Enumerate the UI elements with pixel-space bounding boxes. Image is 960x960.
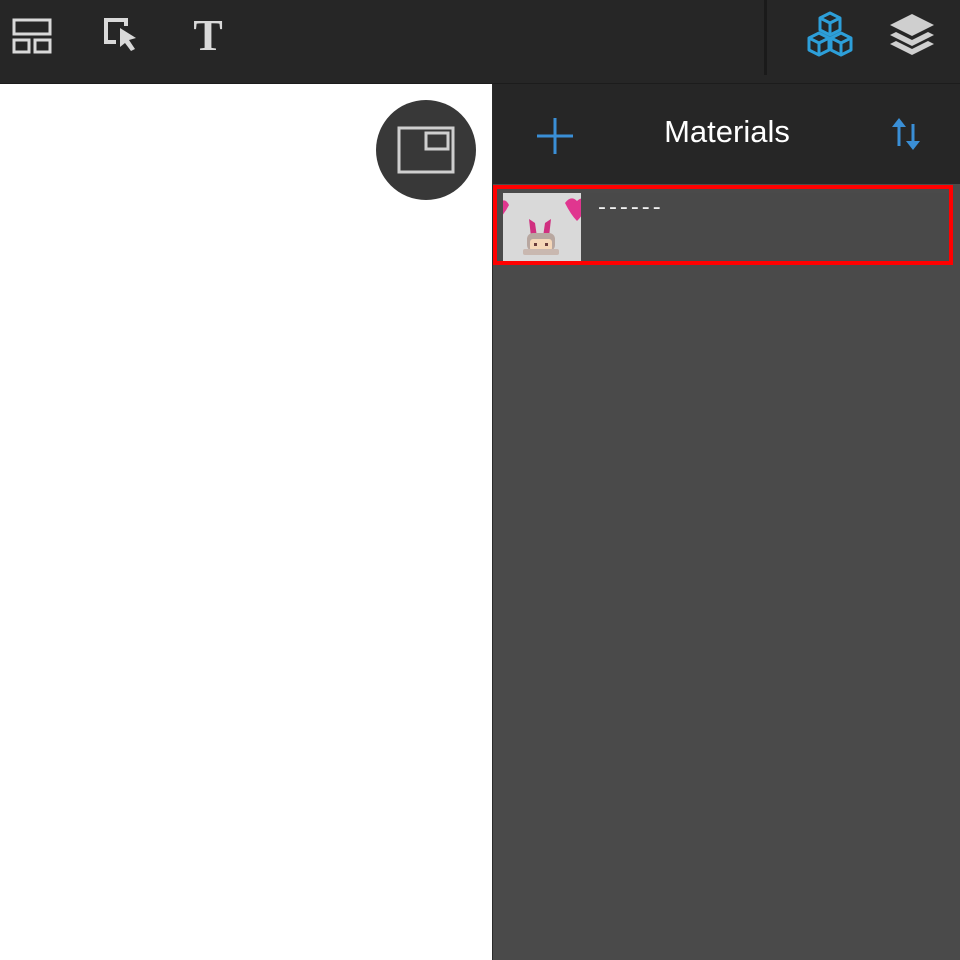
selection-highlight xyxy=(493,185,953,265)
text-tool-glyph: T xyxy=(193,11,223,60)
text-icon[interactable]: T xyxy=(186,14,230,58)
select-arrow-icon[interactable] xyxy=(100,14,144,58)
panel-header: Materials xyxy=(493,84,960,184)
layout-icon[interactable] xyxy=(10,14,54,58)
materials-cubes-icon[interactable] xyxy=(804,10,856,62)
sort-arrows-icon[interactable] xyxy=(887,112,927,156)
top-toolbar: T xyxy=(0,0,960,84)
canvas-area[interactable] xyxy=(0,84,492,960)
layers-icon[interactable] xyxy=(886,10,938,62)
picture-in-picture-icon[interactable] xyxy=(376,100,476,200)
materials-panel: Materials ------ xyxy=(492,84,960,960)
toolbar-divider xyxy=(764,0,767,75)
material-list-item[interactable]: ------ xyxy=(493,185,960,265)
